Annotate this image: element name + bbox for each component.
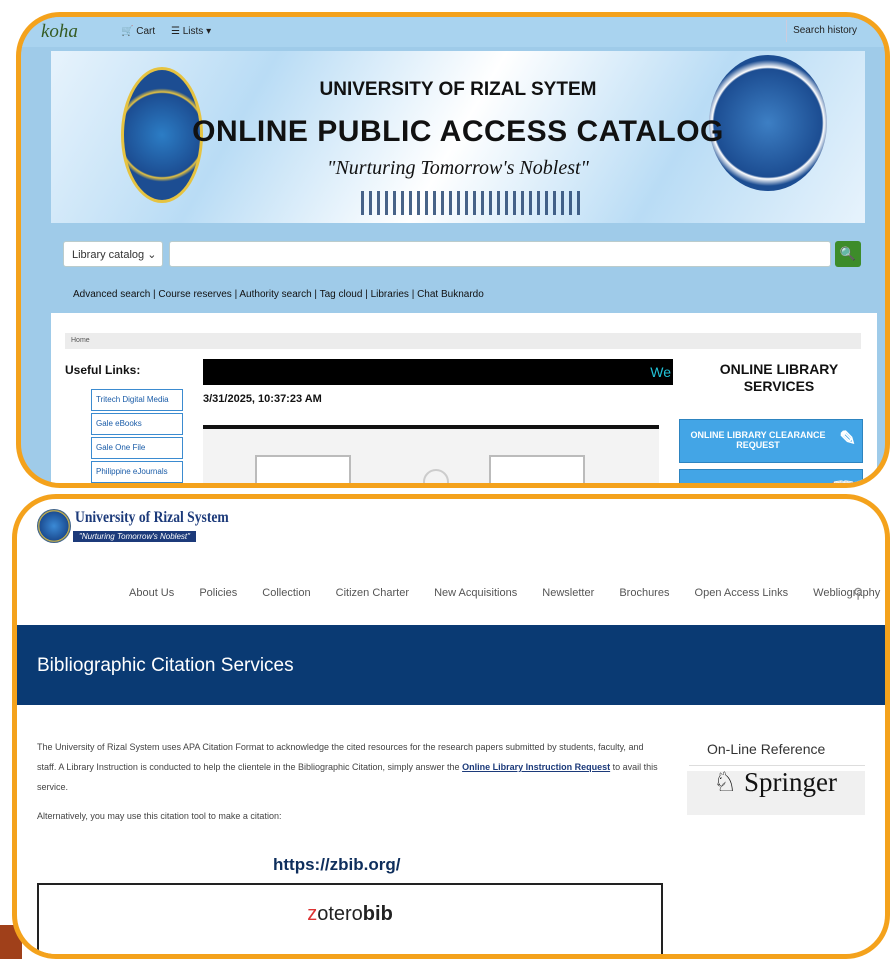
springer-logo: ♘ Springer	[713, 771, 837, 797]
opac-quick-links[interactable]: Advanced search | Course reserves | Auth…	[73, 289, 484, 300]
banner-decoration	[361, 191, 581, 215]
useful-link-gale-ebooks[interactable]: Gale eBooks	[91, 413, 183, 435]
opac-banner: UNIVERSITY OF RIZAL SYTEM ONLINE PUBLIC …	[51, 51, 865, 223]
search-button[interactable]: 🔍	[835, 241, 861, 267]
citation-screenshot-panel: University of Rizal System "Nurturing To…	[12, 494, 890, 959]
chevron-down-icon: ⌄	[147, 249, 157, 261]
catalog-search-input[interactable]	[169, 241, 831, 267]
intro-paragraph: The University of Rizal System uses APA …	[37, 742, 658, 792]
current-datetime: 3/31/2025, 10:37:23 AM	[203, 393, 322, 405]
reference-service-button[interactable]: ONLINE REFERENCE SERVICE 📖	[679, 469, 863, 483]
useful-link-gale-onefile[interactable]: Gale One File	[91, 437, 183, 459]
banner-motto: "Nurturing Tomorrow's Noblest"	[327, 157, 589, 179]
nav-citizen-charter[interactable]: Citizen Charter	[336, 587, 409, 599]
clock-icon	[423, 469, 449, 483]
nav-webliography[interactable]: Webliography	[813, 587, 880, 599]
opac-content: Home Useful Links: Tritech Digital Media…	[51, 313, 877, 483]
cart-link[interactable]: 🛒 Cart	[121, 26, 155, 37]
banner-university-name: UNIVERSITY OF RIZAL SYTEM	[319, 79, 597, 100]
banner-opac-title: ONLINE PUBLIC ACCESS CATALOG	[192, 115, 724, 148]
page-title: Bibliographic Citation Services	[37, 655, 294, 676]
embedded-video[interactable]	[203, 425, 659, 483]
nav-open-access-links[interactable]: Open Access Links	[695, 587, 789, 599]
springer-link[interactable]: ♘ Springer	[687, 771, 865, 815]
opac-screenshot-panel: koha 🛒 Cart ☰ Lists ▾ Search history UNI…	[16, 12, 890, 488]
useful-link-tritech[interactable]: Tritech Digital Media	[91, 389, 183, 411]
news-ticker: We	[203, 359, 673, 385]
online-library-services-title: ONLINE LIBRARY SERVICES	[719, 361, 839, 394]
sidebar-divider	[689, 765, 865, 766]
zoterobib-embed[interactable]: zoterobib	[37, 883, 663, 954]
clearance-request-button[interactable]: ONLINE LIBRARY CLEARANCE REQUEST ✎	[679, 419, 863, 463]
main-nav: About Us Policies Collection Citizen Cha…	[129, 587, 885, 599]
catalog-select[interactable]: Library catalog ⌄	[63, 241, 163, 267]
nav-policies[interactable]: Policies	[199, 587, 237, 599]
cart-icon: 🛒	[121, 26, 134, 37]
library-instruction-request-link[interactable]: Online Library Instruction Request	[462, 762, 610, 772]
nav-collection[interactable]: Collection	[262, 587, 310, 599]
online-reference-title: On-Line Reference	[707, 741, 826, 757]
search-icon: 🔍	[839, 246, 857, 261]
alternative-text: Alternatively, you may use this citation…	[37, 811, 282, 821]
caret-down-icon: ▾	[206, 26, 212, 37]
nav-newsletter[interactable]: Newsletter	[542, 587, 594, 599]
zoterobib-logo: zoterobib	[307, 903, 393, 925]
university-tagline: "Nurturing Tomorrow's Noblest"	[73, 531, 196, 542]
useful-links-list: Tritech Digital Media Gale eBooks Gale O…	[91, 389, 183, 483]
university-logo[interactable]	[37, 509, 71, 543]
search-history-link[interactable]: Search history	[786, 20, 863, 42]
useful-links-title: Useful Links:	[65, 363, 141, 377]
page-hero: Bibliographic Citation Services	[17, 625, 885, 705]
nav-about-us[interactable]: About Us	[129, 587, 174, 599]
book-icon: 📖	[831, 476, 856, 483]
catalog-search-bar: Library catalog ⌄ 🔍	[63, 241, 881, 269]
koha-logo[interactable]: koha	[41, 21, 78, 43]
zbib-link[interactable]: https://zbib.org/	[273, 855, 400, 875]
video-thumbnail-right	[489, 455, 585, 483]
lists-link[interactable]: ☰ Lists ▾	[171, 26, 211, 37]
nav-brochures[interactable]: Brochures	[619, 587, 669, 599]
koha-top-bar: koha 🛒 Cart ☰ Lists ▾ Search history	[21, 17, 885, 47]
nav-new-acquisitions[interactable]: New Acquisitions	[434, 587, 517, 599]
breadcrumb[interactable]: Home	[65, 333, 861, 349]
search-icon[interactable]: ⚲	[853, 585, 863, 602]
list-icon: ☰	[171, 26, 180, 37]
university-name[interactable]: University of Rizal System	[75, 509, 229, 527]
form-pencil-icon: ✎	[839, 428, 856, 450]
video-thumbnail-left	[255, 455, 351, 483]
useful-link-phil-ejournals[interactable]: Philippine eJournals	[91, 461, 183, 483]
